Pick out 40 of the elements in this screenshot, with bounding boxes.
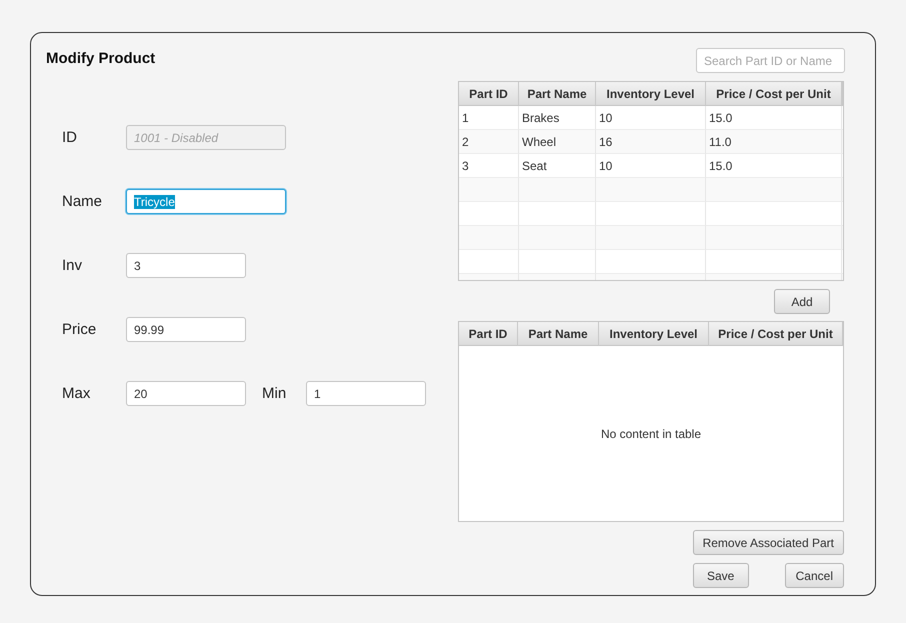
column-header[interactable]: Part ID <box>459 322 518 346</box>
table-cell: 2 <box>459 130 519 154</box>
column-header[interactable]: Price / Cost per Unit <box>706 82 842 106</box>
dialog-title: Modify Product <box>46 49 156 69</box>
table-row[interactable]: 1 Brakes 10 15.0 <box>459 106 843 130</box>
field-label: Max <box>62 385 92 402</box>
table-cell: 11.0 <box>706 130 842 154</box>
table-cell: 16 <box>596 130 706 154</box>
field-label: Min <box>262 385 288 402</box>
column-header[interactable]: Inventory Level <box>596 82 706 106</box>
column-header[interactable]: Part Name <box>519 82 596 106</box>
table-row[interactable]: 3 Seat 10 15.0 <box>459 154 843 178</box>
add-button[interactable]: Add <box>774 289 830 314</box>
table-cell: 10 <box>596 154 706 178</box>
table-cell: 3 <box>459 154 519 178</box>
table-cell: Seat <box>519 154 596 178</box>
field-label: Price <box>62 321 98 338</box>
input-field[interactable]: 20 <box>126 381 246 406</box>
input-field[interactable]: 99.99 <box>126 317 246 342</box>
empty-table-message: No content in table <box>600 426 702 440</box>
field-label: ID <box>62 129 78 146</box>
remove-associated-part-button[interactable]: Remove Associated Part <box>692 530 844 555</box>
table-cell: 15.0 <box>706 106 842 130</box>
table-cell: 15.0 <box>706 154 842 178</box>
search-field[interactable]: Search Part ID or Name <box>696 48 845 73</box>
field-label: Inv <box>62 257 84 274</box>
table-cell: 10 <box>596 106 706 130</box>
save-button[interactable]: Save <box>692 563 749 588</box>
table-row[interactable]: 2 Wheel 16 11.0 <box>459 130 843 154</box>
table-cell: Wheel <box>519 130 596 154</box>
field-label: Name <box>62 193 104 210</box>
column-header[interactable]: Part ID <box>459 82 519 106</box>
input-field[interactable]: 3 <box>126 253 246 278</box>
cancel-button[interactable]: Cancel <box>784 563 844 588</box>
column-header[interactable]: Inventory Level <box>599 322 709 346</box>
column-header[interactable]: Part Name <box>518 322 599 346</box>
column-header[interactable]: Price / Cost per Unit <box>709 322 843 346</box>
table-cell: 1 <box>459 106 519 130</box>
input-field[interactable]: 1 <box>306 381 426 406</box>
table-cell: Brakes <box>519 106 596 130</box>
